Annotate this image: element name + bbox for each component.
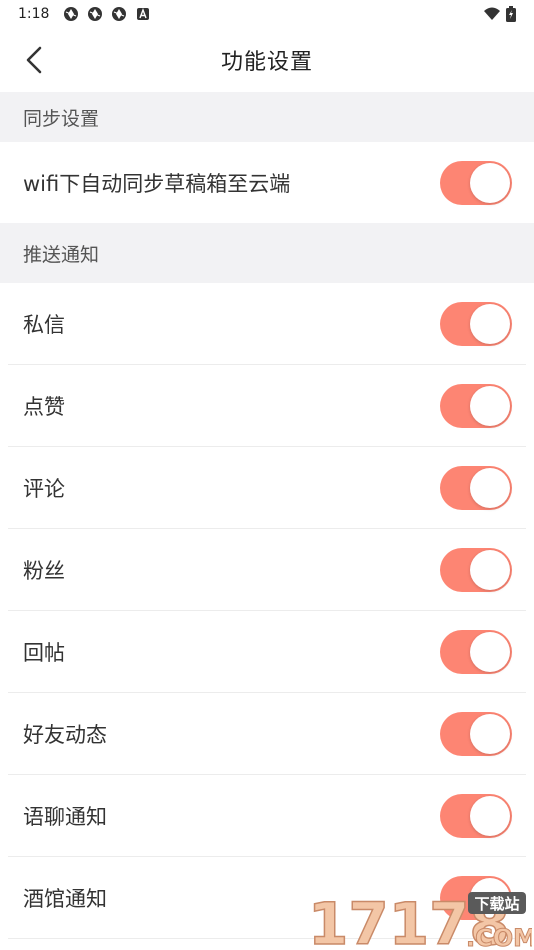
- settings-row-likes: 点赞: [0, 365, 534, 446]
- comments-toggle[interactable]: [440, 465, 512, 510]
- likes-toggle[interactable]: [440, 383, 512, 428]
- row-label: 回帖: [23, 640, 65, 665]
- settings-row-replies: 回帖: [0, 611, 534, 692]
- settings-row-voice-chat: 语聊通知: [0, 775, 534, 856]
- battery-icon: [506, 6, 516, 22]
- page-title: 功能设置: [220, 50, 313, 75]
- row-label: 点赞: [23, 394, 65, 419]
- replies-toggle[interactable]: [440, 629, 512, 674]
- wifi-icon: [484, 7, 500, 20]
- fans-toggle[interactable]: [440, 547, 512, 592]
- settings-row-fans: 粉丝: [0, 529, 534, 610]
- row-label: 评论: [23, 476, 65, 501]
- row-label: 粉丝: [23, 558, 65, 583]
- status-bar: 1:18: [0, 0, 534, 28]
- section-header-push: 推送通知: [0, 223, 534, 283]
- settings-row-friend-activity: 好友动态: [0, 693, 534, 774]
- tavern-toggle[interactable]: [440, 875, 512, 920]
- toggle-knob: [470, 795, 510, 836]
- back-button[interactable]: [14, 40, 54, 80]
- status-left: 1:18: [18, 6, 151, 22]
- status-right: [484, 6, 516, 22]
- settings-row-tavern: 酒馆通知: [0, 857, 534, 938]
- toggle-knob: [470, 385, 510, 426]
- divider: [8, 938, 526, 939]
- row-label: wifi下自动同步草稿箱至云端: [23, 171, 291, 196]
- toggle-knob: [470, 631, 510, 672]
- aperture-icon: [88, 7, 103, 21]
- status-time: 1:18: [18, 6, 50, 22]
- row-label: 私信: [23, 312, 65, 337]
- row-label: 好友动态: [23, 722, 107, 747]
- private-message-toggle[interactable]: [440, 301, 512, 346]
- screen: 1:18 功能设置 同步设置 wifi下自动同步草稿箱至云端 推送通知 私信 点…: [0, 0, 534, 950]
- nav-bar: 功能设置: [0, 28, 534, 92]
- toggle-knob: [470, 713, 510, 754]
- settings-row-wifi-sync: wifi下自动同步草稿箱至云端: [0, 142, 534, 223]
- toggle-knob: [470, 162, 510, 203]
- settings-row-private-message: 私信: [0, 283, 534, 364]
- section-header-sync: 同步设置: [0, 92, 534, 142]
- wifi-sync-toggle[interactable]: [440, 160, 512, 205]
- toggle-knob: [470, 877, 510, 918]
- voice-chat-toggle[interactable]: [440, 793, 512, 838]
- row-label: 语聊通知: [23, 804, 107, 829]
- chevron-left-icon: [26, 46, 42, 74]
- toggle-knob: [470, 303, 510, 344]
- a-badge-icon: [137, 8, 150, 20]
- toggle-knob: [470, 549, 510, 590]
- friend-activity-toggle[interactable]: [440, 711, 512, 756]
- row-label: 酒馆通知: [23, 886, 107, 911]
- aperture-icon: [112, 7, 127, 21]
- toggle-knob: [470, 467, 510, 508]
- aperture-icon: [64, 7, 79, 21]
- settings-row-comments: 评论: [0, 447, 534, 528]
